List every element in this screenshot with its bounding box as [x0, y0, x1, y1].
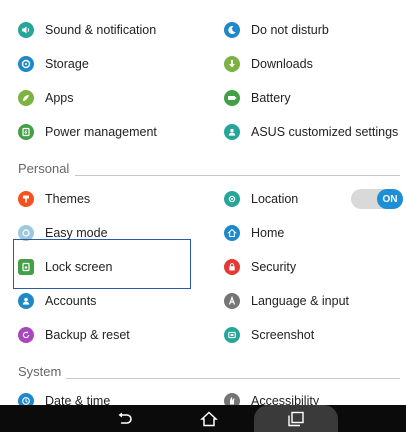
themes-item[interactable]: Themes — [18, 182, 198, 216]
security-item[interactable]: Security — [224, 250, 404, 284]
themes-icon — [18, 191, 34, 207]
home-label: Home — [251, 226, 285, 240]
location-icon — [224, 191, 240, 207]
settings-row: Sound & notification Do not disturb — [0, 13, 406, 47]
language-icon — [224, 293, 240, 309]
back-icon[interactable] — [113, 409, 135, 429]
personal-section-header: Personal — [18, 161, 70, 176]
home-nav-icon[interactable] — [198, 409, 220, 429]
section-divider — [66, 378, 400, 379]
system-section-header: System — [18, 364, 62, 379]
moon-icon — [224, 22, 240, 38]
storage-icon — [18, 56, 34, 72]
screenshot-item[interactable]: Screenshot — [224, 318, 404, 352]
accounts-icon — [18, 293, 34, 309]
themes-label: Themes — [45, 192, 91, 206]
apps-label: Apps — [45, 91, 74, 105]
home-icon — [224, 225, 240, 241]
power-management-label: Power management — [45, 125, 157, 139]
easy-mode-label: Easy mode — [45, 226, 108, 240]
settings-row: Backup & reset Screenshot — [0, 318, 406, 352]
location-toggle[interactable]: ON — [351, 189, 403, 209]
power-management-item[interactable]: Power management — [18, 115, 198, 149]
home-item[interactable]: Home — [224, 216, 404, 250]
screenshot-label: Screenshot — [251, 328, 315, 342]
accounts-label: Accounts — [45, 294, 97, 308]
battery-label: Battery — [251, 91, 291, 105]
downloads-label: Downloads — [251, 57, 313, 71]
security-label: Security — [251, 260, 297, 274]
accounts-item[interactable]: Accounts — [18, 284, 198, 318]
language-input-label: Language & input — [251, 294, 350, 308]
location-label: Location — [251, 192, 299, 206]
power-management-icon — [18, 124, 34, 140]
do-not-disturb-item[interactable]: Do not disturb — [224, 13, 404, 47]
settings-row: Storage Downloads — [0, 47, 406, 81]
security-icon — [224, 259, 240, 275]
recent-apps-icon[interactable] — [285, 409, 307, 429]
settings-row: Apps Battery — [0, 81, 406, 115]
storage-label: Storage — [45, 57, 89, 71]
screenshot-icon — [224, 327, 240, 343]
speaker-icon — [18, 22, 34, 38]
do-not-disturb-label: Do not disturb — [251, 23, 329, 37]
navigation-bar — [0, 405, 406, 432]
asus-settings-icon — [224, 124, 240, 140]
settings-row: Accounts Language & input — [0, 284, 406, 318]
settings-row: Themes Location — [0, 182, 406, 216]
backup-reset-item[interactable]: Backup & reset — [18, 318, 198, 352]
settings-row: Power management ASUS customized setting… — [0, 115, 406, 149]
apps-icon — [18, 90, 34, 106]
language-input-item[interactable]: Language & input — [224, 284, 404, 318]
asus-customized-settings-item[interactable]: ASUS customized settings — [224, 115, 404, 149]
section-divider — [75, 175, 400, 176]
battery-icon — [224, 90, 240, 106]
downloads-item[interactable]: Downloads — [224, 47, 404, 81]
download-icon — [224, 56, 240, 72]
apps-item[interactable]: Apps — [18, 81, 198, 115]
backup-reset-label: Backup & reset — [45, 328, 130, 342]
backup-icon — [18, 327, 34, 343]
battery-item[interactable]: Battery — [224, 81, 404, 115]
sound-notification-label: Sound & notification — [45, 23, 157, 37]
sound-notification-item[interactable]: Sound & notification — [18, 13, 198, 47]
storage-item[interactable]: Storage — [18, 47, 198, 81]
lock-screen-highlight — [13, 239, 191, 289]
location-toggle-on-label: ON — [377, 189, 403, 209]
asus-customized-settings-label: ASUS customized settings — [251, 125, 399, 139]
